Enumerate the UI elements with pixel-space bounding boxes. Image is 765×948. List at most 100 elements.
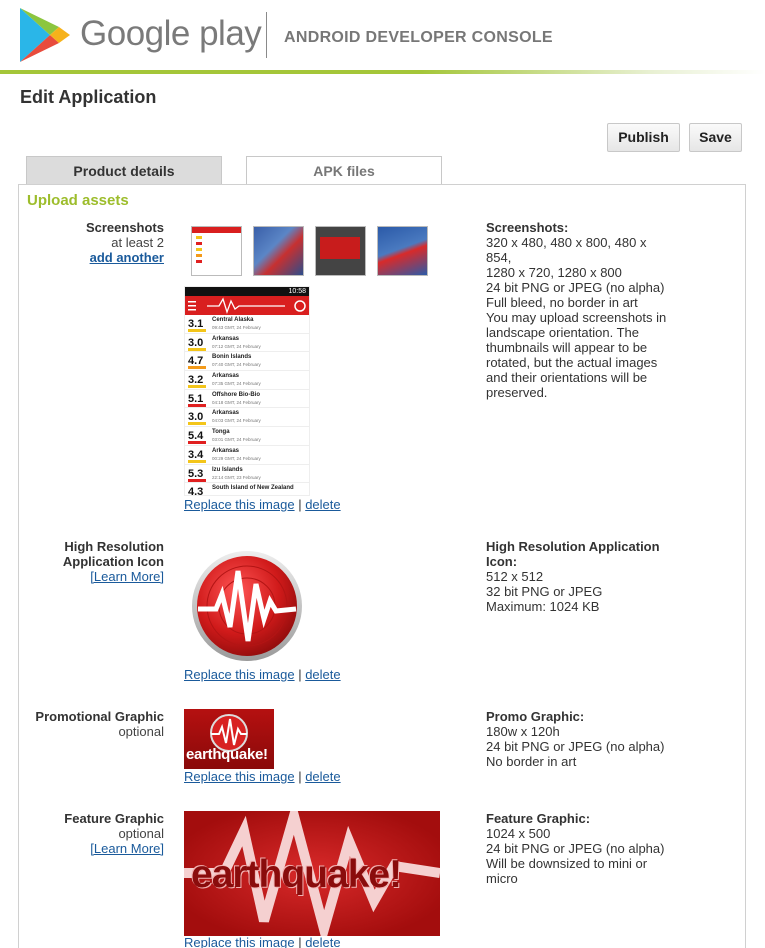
info-line: No border in art bbox=[486, 754, 577, 769]
hi-res-icon-label-group: High Resolution Application Icon [Learn … bbox=[63, 539, 164, 584]
console-title: ANDROID DEVELOPER CONSOLE bbox=[284, 29, 553, 46]
replace-image-link[interactable]: Replace this image bbox=[184, 769, 295, 784]
delete-link[interactable]: delete bbox=[305, 769, 340, 784]
feature-info: Feature Graphic: 1024 x 500 24 bit PNG o… bbox=[486, 811, 686, 886]
feature-label: Feature Graphic bbox=[64, 811, 164, 826]
page-header: Google play ANDROID DEVELOPER CONSOLE bbox=[0, 0, 765, 76]
phone-time: 10:58 bbox=[288, 288, 306, 295]
quake-row: 3.4 Arkansas 00:29 GMT, 24 February bbox=[185, 446, 309, 465]
replace-image-link[interactable]: Replace this image bbox=[184, 667, 295, 682]
hi-res-icon-actions: Replace this image | delete bbox=[184, 667, 341, 682]
quake-place: Bonin Islands bbox=[212, 354, 252, 361]
delete-link[interactable]: delete bbox=[305, 935, 340, 948]
add-another-link[interactable]: add another bbox=[86, 250, 164, 265]
quake-date: 22:14 GMT, 23 February bbox=[212, 474, 261, 480]
page-title: Edit Application bbox=[20, 87, 157, 107]
section-title: Upload assets bbox=[27, 192, 129, 209]
header-rule bbox=[0, 70, 765, 74]
quake-row: 3.1 Central Alaska 09:43 GMT, 24 February bbox=[185, 315, 309, 334]
hi-res-icon-info: High Resolution Application Icon: 512 x … bbox=[486, 539, 686, 614]
quake-place: Izu Islands bbox=[212, 466, 243, 473]
feature-label-group: Feature Graphic optional [Learn More] bbox=[64, 811, 164, 856]
quake-row: 4.3 South Island of New Zealand bbox=[185, 483, 309, 496]
promo-actions: Replace this image | delete bbox=[184, 769, 341, 784]
screenshot-thumbnail[interactable] bbox=[315, 226, 366, 276]
app-icon-image bbox=[192, 551, 302, 661]
hi-res-info-title: Icon: bbox=[486, 554, 518, 569]
feature-info-title: Feature Graphic: bbox=[486, 811, 591, 826]
save-button[interactable]: Save bbox=[689, 123, 742, 152]
quake-magnitude-bar bbox=[188, 478, 206, 482]
publish-button[interactable]: Publish bbox=[607, 123, 680, 152]
quake-magnitude-bar bbox=[188, 347, 206, 351]
learn-more-link[interactable]: [Learn More] bbox=[64, 841, 164, 856]
quake-row: 4.7 Bonin Islands 07:40 GMT, 24 February bbox=[185, 352, 309, 372]
learn-more-link[interactable]: [Learn More] bbox=[63, 569, 164, 584]
quake-place: Tonga bbox=[212, 429, 230, 436]
screenshots-label-group: Screenshots at least 2 add another bbox=[86, 220, 164, 265]
info-line: Full bleed, no border in art bbox=[486, 295, 638, 310]
promo-graphic-image: earthquake! bbox=[184, 709, 274, 769]
screenshot-thumbnail[interactable] bbox=[191, 226, 242, 276]
info-line: Maximum: 1024 KB bbox=[486, 599, 600, 614]
info-line: 180w x 120h bbox=[486, 724, 560, 739]
info-line: 24 bit PNG or JPEG (no alpha) bbox=[486, 280, 665, 295]
info-line: thumbnails will appear to be bbox=[486, 340, 648, 355]
feature-optional: optional bbox=[118, 826, 164, 841]
quake-magnitude: 4.3 bbox=[188, 486, 204, 496]
screenshots-info: Screenshots: 320 x 480, 480 x 800, 480 x… bbox=[486, 220, 686, 400]
quake-date: 00:29 GMT, 24 February bbox=[212, 455, 261, 461]
quake-row: 5.3 Izu Islands 22:14 GMT, 23 February bbox=[185, 465, 309, 484]
hi-res-info-title: High Resolution Application bbox=[486, 539, 660, 554]
quake-magnitude-bar bbox=[188, 422, 206, 426]
quake-row: 5.4 Tonga 03:01 GMT, 24 February bbox=[185, 427, 309, 446]
quake-date: 07:12 GMT, 24 February bbox=[212, 343, 261, 349]
quake-list: 3.1 Central Alaska 09:43 GMT, 24 February 3… bbox=[185, 315, 309, 496]
replace-image-link[interactable]: Replace this image bbox=[184, 935, 295, 948]
info-line: and their orientations will be bbox=[486, 370, 648, 385]
quake-date: 07:35 GMT, 24 February bbox=[212, 381, 261, 387]
tab-apk-files[interactable]: APK files bbox=[246, 156, 442, 185]
info-line: landscape orientation. The bbox=[486, 325, 639, 340]
feature-actions: Replace this image | delete bbox=[184, 935, 341, 948]
promo-info: Promo Graphic: 180w x 120h 24 bit PNG or… bbox=[486, 709, 686, 769]
screenshot-thumbnail[interactable] bbox=[377, 226, 428, 276]
info-line: 1024 x 500 bbox=[486, 826, 551, 841]
info-line: 32 bit PNG or JPEG bbox=[486, 584, 603, 599]
action-separator: | bbox=[298, 935, 302, 948]
screenshots-info-title: Screenshots: bbox=[486, 220, 569, 235]
info-line: 854, bbox=[486, 250, 512, 265]
quake-date: 07:40 GMT, 24 February bbox=[212, 362, 261, 368]
quake-date: 09:43 GMT, 24 February bbox=[212, 325, 261, 330]
hi-res-icon-label: High Resolution bbox=[64, 539, 164, 554]
action-separator: | bbox=[298, 769, 302, 784]
info-line: 1280 x 720, 1280 x 800 bbox=[486, 265, 622, 280]
phone-status-bar: 10:58 bbox=[185, 287, 309, 296]
quake-row: 5.1 Offshore Bio-Bio 04:18 GMT, 24 Februar… bbox=[185, 390, 309, 409]
pulse-icon bbox=[188, 297, 306, 315]
quake-magnitude-bar bbox=[188, 329, 206, 332]
quake-magnitude-bar bbox=[188, 403, 206, 407]
delete-link[interactable]: delete bbox=[305, 497, 340, 512]
quake-place: Arkansas bbox=[212, 447, 240, 454]
quake-date: 04:18 GMT, 24 February bbox=[212, 399, 261, 405]
info-line: 320 x 480, 480 x 800, 480 x bbox=[486, 235, 647, 250]
info-line: micro bbox=[486, 871, 518, 886]
screenshot-thumbnail[interactable] bbox=[253, 226, 304, 276]
info-line: preserved. bbox=[486, 385, 548, 400]
tab-product-details[interactable]: Product details bbox=[26, 156, 222, 185]
info-line: 24 bit PNG or JPEG (no alpha) bbox=[486, 841, 665, 856]
info-line: You may upload screenshots in bbox=[486, 310, 667, 325]
screenshot-preview: 10:58 3.1 Central Alaska 09:43 GMT, 24 Feb… bbox=[184, 286, 310, 496]
quake-row: 3.0 Arkansas 04:03 GMT, 24 February bbox=[185, 408, 309, 428]
quake-place: Offshore Bio-Bio bbox=[212, 391, 260, 398]
app-action-bar bbox=[185, 296, 309, 315]
quake-place: Central Alaska bbox=[212, 317, 254, 323]
info-line: Will be downsized to mini or bbox=[486, 856, 648, 871]
delete-link[interactable]: delete bbox=[305, 667, 340, 682]
promo-label-group: Promotional Graphic optional bbox=[35, 709, 164, 739]
replace-image-link[interactable]: Replace this image bbox=[184, 497, 295, 512]
quake-place: South Island of New Zealand bbox=[212, 485, 294, 492]
promo-info-title: Promo Graphic: bbox=[486, 709, 585, 724]
screenshot-actions: Replace this image | delete bbox=[184, 497, 341, 512]
